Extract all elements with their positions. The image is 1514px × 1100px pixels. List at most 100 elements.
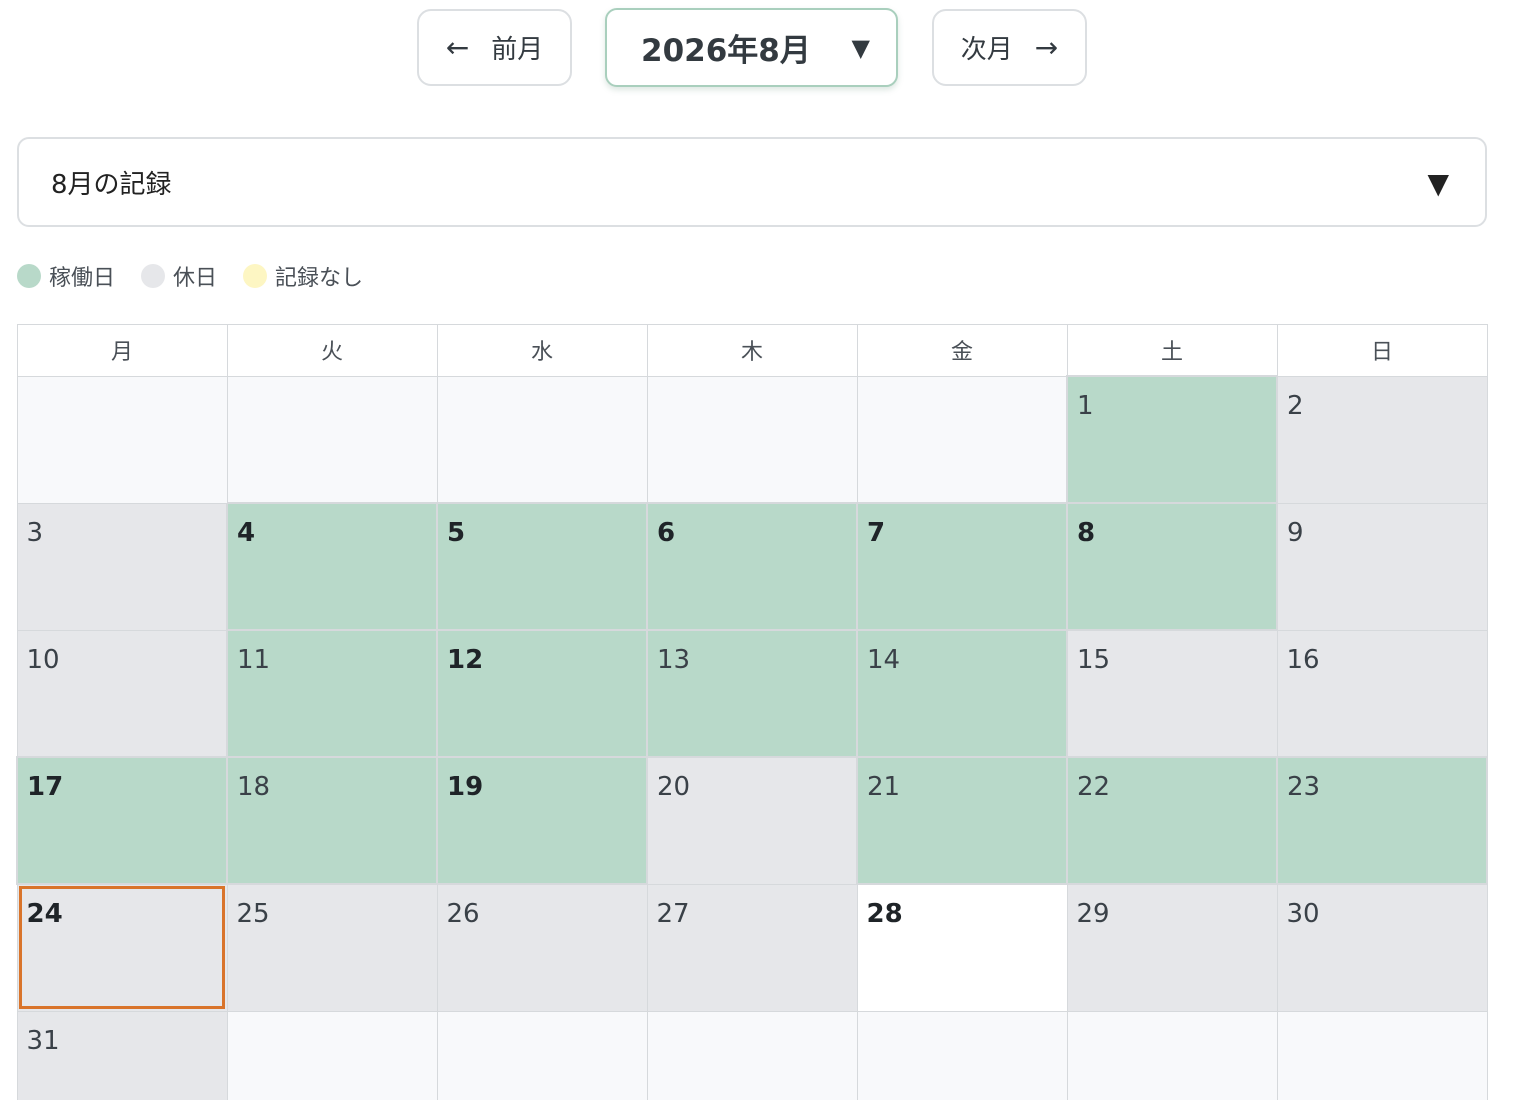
monthly-records-label: 8月の記録 xyxy=(51,169,172,200)
day-number: 24 xyxy=(26,899,63,929)
calendar-day-cell[interactable]: 27 xyxy=(646,883,858,1012)
day-number: 18 xyxy=(237,772,271,802)
calendar-day-cell[interactable]: 6 xyxy=(646,502,858,631)
calendar-day-cell[interactable]: 17 xyxy=(16,756,228,885)
calendar-week-row: 24 25 26 27 28 29 30 xyxy=(16,883,1488,1012)
calendar-empty-cell xyxy=(856,375,1068,504)
calendar-legend: 稼働日 休日 記録なし xyxy=(17,258,389,294)
calendar-day-cell[interactable]: 14 xyxy=(856,629,1068,758)
day-number: 6 xyxy=(657,518,676,548)
calendar-week-row: 31 xyxy=(16,1010,1488,1100)
calendar-day-cell[interactable]: 16 xyxy=(1276,629,1488,758)
calendar-day-cell[interactable]: 28 xyxy=(856,883,1068,1012)
legend-item: 稼働日 xyxy=(17,260,115,292)
legend-label: 稼働日 xyxy=(49,266,116,291)
calendar-day-cell[interactable]: 21 xyxy=(856,756,1068,885)
calendar-day-cell[interactable]: 5 xyxy=(436,502,648,631)
day-number: 10 xyxy=(26,644,60,675)
calendar-day-cell[interactable]: 23 xyxy=(1276,756,1488,885)
calendar-day-cell[interactable]: 22 xyxy=(1066,756,1278,885)
calendar-empty-cell xyxy=(1276,1010,1488,1100)
calendar-week-row: 12 xyxy=(16,375,1488,504)
month-select[interactable]: 2026年8月 ▼ xyxy=(605,8,898,87)
day-number: 2 xyxy=(1287,390,1304,421)
calendar-day-cell[interactable]: 1 xyxy=(1066,375,1278,504)
calendar-day-cell[interactable]: 11 xyxy=(226,629,438,758)
calendar-empty-cell xyxy=(226,1010,438,1100)
day-number: 23 xyxy=(1287,772,1321,802)
calendar-day-cell[interactable]: 31 xyxy=(16,1010,228,1100)
calendar-week-row: 10 11 12 13 14 15 16 xyxy=(16,629,1488,758)
prev-month-button[interactable]: ← 前月 xyxy=(417,9,572,86)
day-number: 22 xyxy=(1077,772,1111,802)
arrow-left-icon: ← xyxy=(445,31,470,64)
day-number: 17 xyxy=(27,772,64,802)
weekday-header-row: 月火水木金土日 xyxy=(16,324,1488,377)
caret-down-icon: ▼ xyxy=(851,34,870,62)
day-number: 12 xyxy=(447,645,484,675)
day-number: 26 xyxy=(446,899,480,929)
day-number: 19 xyxy=(447,772,484,802)
day-number: 29 xyxy=(1076,899,1110,929)
calendar-grid: 月火水木金土日 1 2 3 4 5 6 7 8 9 10 11 12 13 14 15 16 17 18 19 20 2… xyxy=(16,324,1488,1100)
day-number: 16 xyxy=(1286,644,1320,675)
weekday-header: 月 xyxy=(16,324,228,377)
calendar-day-cell[interactable]: 12 xyxy=(436,629,648,758)
calendar-day-cell[interactable]: 7 xyxy=(856,502,1068,631)
calendar-week-row: 17 18 19 20 21 22 23 xyxy=(16,756,1488,885)
calendar-empty-cell xyxy=(16,375,228,504)
calendar-day-cell[interactable]: 24 xyxy=(16,883,228,1012)
day-number: 11 xyxy=(237,645,271,675)
calendar-week-row: 3 4 5 6 7 8 9 xyxy=(16,502,1488,631)
day-number: 31 xyxy=(26,1025,60,1056)
calendar-day-cell[interactable]: 26 xyxy=(436,883,648,1012)
legend-swatch-icon xyxy=(141,264,166,288)
day-number: 21 xyxy=(867,772,901,802)
calendar-day-cell[interactable]: 15 xyxy=(1066,629,1278,758)
calendar-empty-cell xyxy=(436,1010,648,1100)
current-month-label: 2026年8月 xyxy=(641,33,811,69)
calendar-empty-cell xyxy=(856,1010,1068,1100)
day-number: 13 xyxy=(657,645,691,675)
calendar-day-cell[interactable]: 18 xyxy=(226,756,438,885)
calendar-day-cell[interactable]: 4 xyxy=(226,502,438,631)
day-number: 20 xyxy=(657,772,691,802)
calendar-day-cell[interactable]: 8 xyxy=(1066,502,1278,631)
calendar-day-cell[interactable]: 3 xyxy=(16,502,228,631)
calendar-day-cell[interactable]: 10 xyxy=(16,629,228,758)
day-number: 25 xyxy=(236,899,270,929)
day-number: 15 xyxy=(1077,645,1111,675)
monthly-records-toggle[interactable]: 8月の記録 ▼ xyxy=(17,137,1487,227)
calendar-day-cell[interactable]: 9 xyxy=(1276,502,1488,631)
weekday-header: 火 xyxy=(226,324,438,377)
legend-swatch-icon xyxy=(17,264,41,288)
calendar-day-cell[interactable]: 20 xyxy=(646,756,858,885)
calendar-day-cell[interactable]: 29 xyxy=(1066,883,1278,1012)
calendar-day-cell[interactable]: 30 xyxy=(1276,883,1488,1012)
arrow-right-icon: → xyxy=(1034,31,1059,64)
legend-item: 記録なし xyxy=(243,260,363,292)
day-number: 5 xyxy=(447,518,466,548)
caret-down-icon: ▼ xyxy=(1427,167,1449,200)
day-number: 28 xyxy=(866,899,903,929)
next-month-button[interactable]: 次月 → xyxy=(932,9,1087,86)
day-number: 14 xyxy=(867,645,901,675)
legend-label: 記録なし xyxy=(275,266,364,291)
calendar-empty-cell xyxy=(436,375,648,504)
calendar-day-cell[interactable]: 13 xyxy=(646,629,858,758)
calendar-day-cell[interactable]: 19 xyxy=(436,756,648,885)
calendar-empty-cell xyxy=(646,1010,858,1100)
day-number: 9 xyxy=(1287,517,1304,548)
day-number: 3 xyxy=(26,517,44,548)
day-number: 30 xyxy=(1286,899,1320,929)
weekday-header: 水 xyxy=(436,324,648,377)
calendar-day-cell[interactable]: 25 xyxy=(226,883,438,1012)
attendance-calendar-page: ← 前月 2026年8月 ▼ 次月 → 8月の記録 ▼ 稼働日 休日 記録なし 月火… xyxy=(0,0,1514,1100)
day-number: 1 xyxy=(1077,391,1094,421)
calendar-day-cell[interactable]: 2 xyxy=(1276,375,1488,504)
weekday-header: 日 xyxy=(1276,324,1488,377)
weekday-header: 金 xyxy=(856,324,1068,377)
next-month-label: 次月 xyxy=(960,35,1013,65)
calendar-empty-cell xyxy=(1066,1010,1278,1100)
weekday-header: 木 xyxy=(646,324,858,377)
